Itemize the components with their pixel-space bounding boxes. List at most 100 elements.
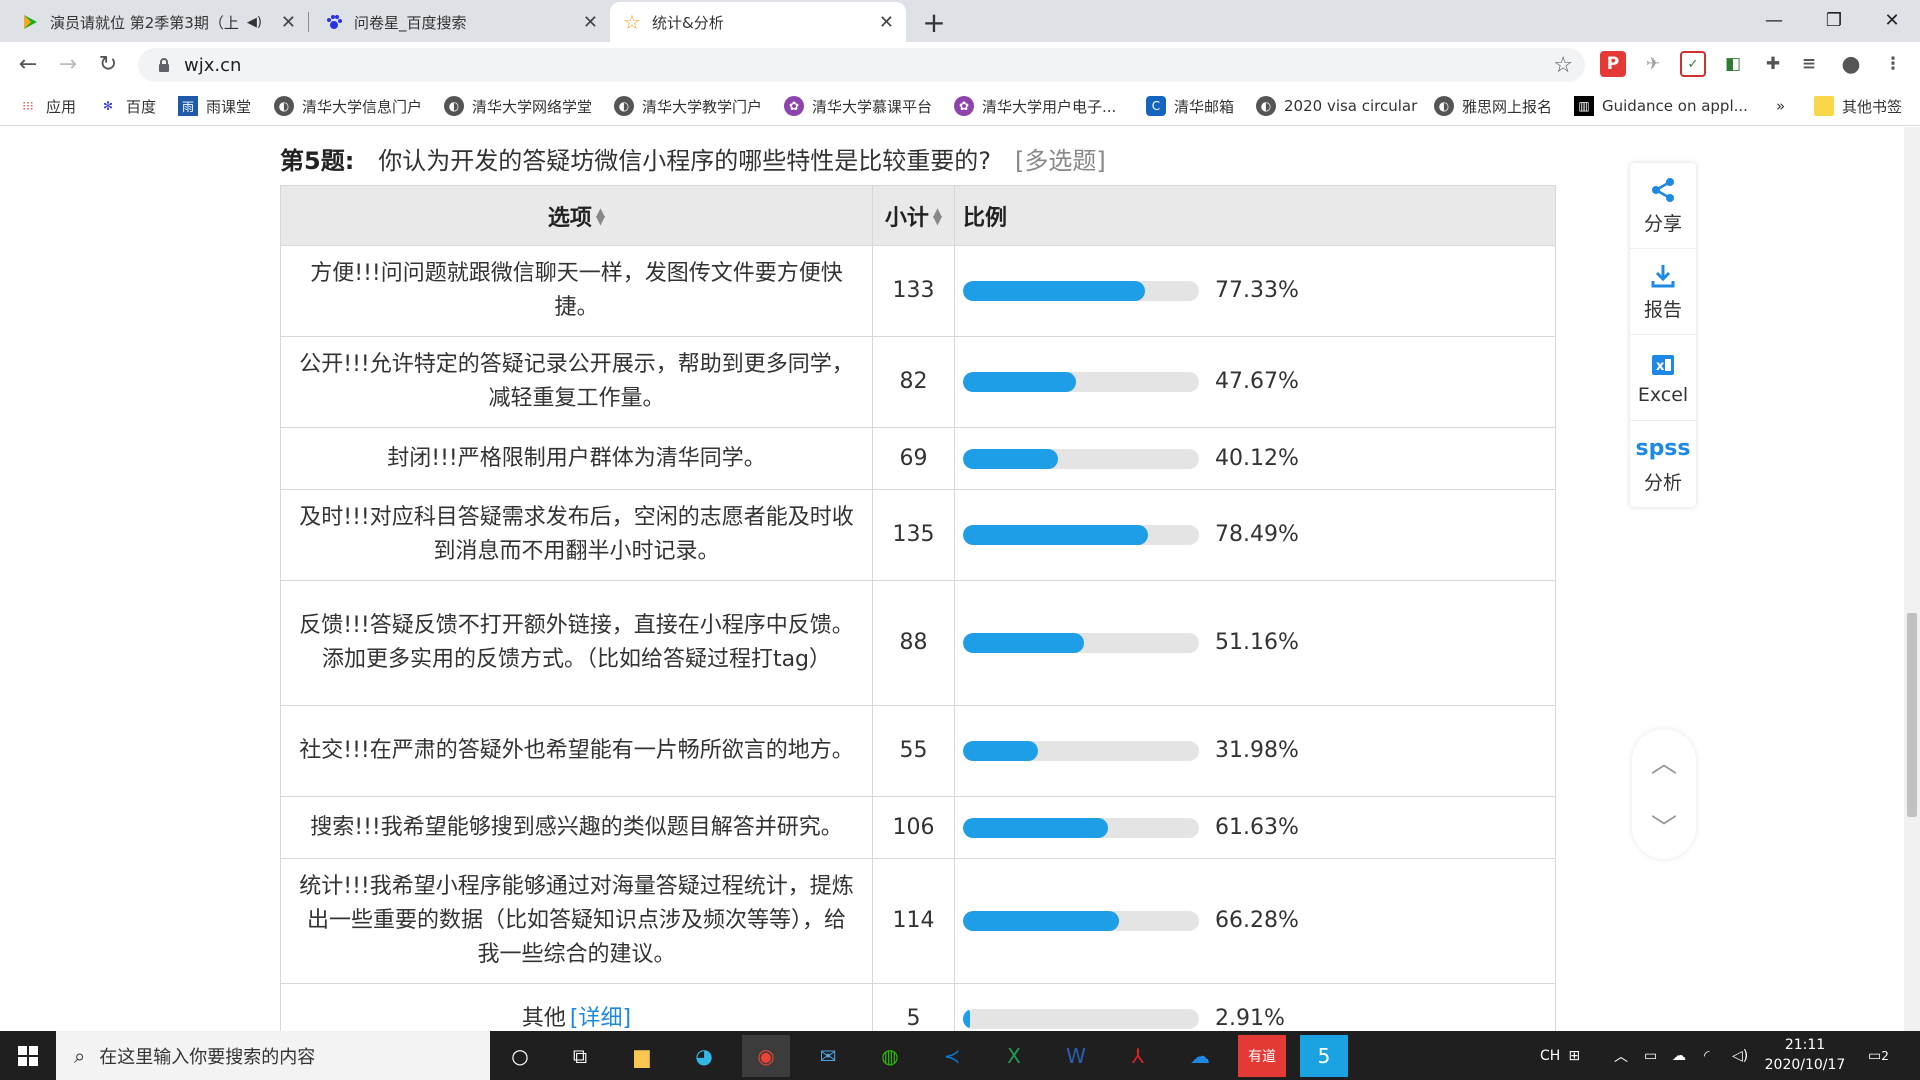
extension-bird-icon[interactable]: ✈ bbox=[1640, 51, 1666, 77]
close-window-button[interactable]: ✕ bbox=[1862, 0, 1920, 40]
detail-link[interactable]: [详细] bbox=[570, 1002, 631, 1032]
minimize-button[interactable]: — bbox=[1744, 0, 1804, 40]
bookmark-label: 其他书签 bbox=[1842, 97, 1903, 116]
bookmark-teaching[interactable]: ◐ 清华大学教学门户 bbox=[614, 94, 762, 118]
percent-text: 77.33% bbox=[1215, 278, 1299, 303]
task-view-icon[interactable]: ⧉ bbox=[556, 1035, 604, 1077]
building-icon: ▥ bbox=[1574, 96, 1594, 116]
bookmark-baidu[interactable]: ✻ 百度 bbox=[98, 94, 156, 118]
battery-icon[interactable]: ▭ bbox=[1644, 1031, 1657, 1080]
bookmark-yuketang[interactable]: 雨雨课堂 bbox=[178, 94, 251, 118]
progress-fill bbox=[963, 1008, 970, 1029]
back-button[interactable]: ← bbox=[12, 48, 44, 80]
acrobat-icon[interactable]: ⅄ bbox=[1114, 1035, 1162, 1077]
bookmark-learn[interactable]: ◐ 清华大学网络学堂 bbox=[444, 94, 592, 118]
html5-app-icon[interactable]: 5 bbox=[1300, 1035, 1348, 1077]
close-icon[interactable]: ✕ bbox=[879, 12, 894, 33]
option-cell: 封闭!!!严格限制用户群体为清华同学。 bbox=[281, 428, 873, 489]
taskbar-search[interactable]: ⌕ 在这里输入你要搜索的内容 bbox=[56, 1031, 490, 1080]
reading-list-icon[interactable]: ≡ bbox=[1796, 51, 1822, 77]
tab-baidu[interactable]: 问卷星_百度搜索 ✕ bbox=[312, 2, 610, 42]
extensions-puzzle-icon[interactable]: ✚ bbox=[1760, 51, 1786, 77]
speaker-icon[interactable]: ◀) bbox=[247, 15, 262, 30]
extension-green-icon[interactable]: ◧ bbox=[1720, 51, 1746, 77]
profile-icon[interactable]: ● bbox=[1838, 51, 1864, 77]
sort-icon[interactable]: ▲ ▼ bbox=[933, 206, 942, 226]
share-button[interactable]: 分享 bbox=[1630, 163, 1696, 249]
progress-fill bbox=[963, 281, 1146, 301]
spss-button[interactable]: spss 分析 bbox=[1630, 421, 1696, 507]
globe-icon: ◐ bbox=[1434, 96, 1454, 116]
sort-icon[interactable]: ▲ ▼ bbox=[596, 206, 605, 226]
bookmark-label: 雅思网上报名 bbox=[1462, 97, 1553, 116]
tab-stats[interactable]: ☆ 统计&分析 ✕ bbox=[610, 2, 906, 42]
restore-button[interactable]: ❐ bbox=[1804, 0, 1864, 40]
vscode-icon[interactable]: ≺ bbox=[928, 1035, 976, 1077]
option-cell: 方便!!!问问题就跟微信聊天一样，发图传文件要方便快捷。 bbox=[281, 246, 873, 336]
tab-video[interactable]: 演员请就位 第2季第3期（上 ◀) ✕ bbox=[8, 2, 308, 42]
mail-icon[interactable]: ✉ bbox=[804, 1035, 852, 1077]
close-icon[interactable]: ✕ bbox=[281, 12, 296, 33]
wifi-icon[interactable]: ◜ bbox=[1704, 1031, 1709, 1080]
file-explorer-icon[interactable]: ▆ bbox=[618, 1035, 666, 1077]
reload-button[interactable]: ↻ bbox=[92, 48, 124, 80]
bookmark-visa[interactable]: ◐ 2020 visa circular bbox=[1256, 94, 1417, 118]
count-cell: 106 bbox=[873, 797, 955, 858]
bookmark-ielts[interactable]: ◐ 雅思网上报名 bbox=[1434, 94, 1552, 118]
cortana-icon[interactable]: ○ bbox=[496, 1035, 544, 1077]
forward-button[interactable]: → bbox=[52, 48, 84, 80]
excel-app-icon[interactable]: X bbox=[990, 1035, 1038, 1077]
bookmark-guidance[interactable]: ▥ Guidance on appl... bbox=[1574, 94, 1748, 118]
close-icon[interactable]: ✕ bbox=[583, 12, 598, 33]
extension-shield-icon[interactable]: ✓ bbox=[1680, 51, 1706, 77]
bookmark-label: 清华邮箱 bbox=[1174, 97, 1235, 116]
url-text[interactable]: wjx.cn bbox=[184, 55, 241, 76]
search-icon: ⌕ bbox=[74, 1043, 86, 1068]
extension-red-icon[interactable]: P bbox=[1600, 51, 1626, 77]
bookmark-star-icon[interactable]: ☆ bbox=[1553, 53, 1573, 78]
tsinghua-seal-icon: ✿ bbox=[784, 96, 804, 116]
menu-dots-icon[interactable]: ⋮ bbox=[1880, 51, 1906, 77]
download-icon bbox=[1650, 261, 1676, 291]
notification-button[interactable]: ▭ 2 bbox=[1868, 1031, 1889, 1080]
onedrive-icon[interactable]: ☁ bbox=[1672, 1031, 1686, 1080]
address-bar[interactable]: wjx.cn ☆ bbox=[138, 48, 1585, 82]
windows-start-button[interactable] bbox=[0, 1031, 56, 1080]
bookmark-other[interactable]: 其他书签 bbox=[1814, 94, 1902, 118]
table-row: 及时!!!对应科目答疑需求发布后，空闲的志愿者能及时收到消息而不用翻半小时记录。… bbox=[281, 490, 1555, 581]
header-option[interactable]: 选项 ▲ ▼ bbox=[281, 186, 873, 245]
scroll-up-chevron-icon[interactable]: ︿ bbox=[1651, 743, 1677, 780]
table-row: 方便!!!问问题就跟微信聊天一样，发图传文件要方便快捷。 133 77.33% bbox=[281, 246, 1555, 337]
ratio-cell: 78.49% bbox=[955, 490, 1555, 580]
excel-button[interactable]: x Excel bbox=[1630, 335, 1696, 421]
wechat-icon[interactable]: ◍ bbox=[866, 1035, 914, 1077]
lock-icon[interactable] bbox=[152, 58, 176, 72]
percent-text: 66.28% bbox=[1215, 908, 1299, 933]
clock[interactable]: 21:11 2020/10/17 bbox=[1760, 1035, 1850, 1075]
tray-chevron-icon[interactable]: ︿ bbox=[1614, 1031, 1628, 1080]
bookmark-info-portal[interactable]: ◐ 清华大学信息门户 bbox=[274, 94, 422, 118]
page-content: 第5题: 你认为开发的答疑坊微信小程序的哪些特性是比较重要的? [多选题] 选项 ▲ ▼… bbox=[0, 127, 1904, 1031]
bookmark-user-e[interactable]: ✿ 清华大学用户电子... bbox=[954, 94, 1116, 118]
scrollbar-thumb[interactable] bbox=[1907, 613, 1917, 817]
chrome-icon[interactable]: ◉ bbox=[742, 1035, 790, 1077]
header-count[interactable]: 小计 ▲ ▼ bbox=[873, 186, 955, 245]
mail-c-icon: C bbox=[1146, 96, 1166, 116]
bookmarks-overflow-button[interactable]: » bbox=[1776, 94, 1785, 118]
analyze-label: 分析 bbox=[1643, 471, 1682, 494]
edge-icon[interactable]: ◕ bbox=[680, 1035, 728, 1077]
scroll-down-chevron-icon[interactable]: ﹀ bbox=[1651, 808, 1677, 845]
bookmark-apps[interactable]: ⁝⁝⁝ 应用 bbox=[18, 94, 76, 118]
cloud-app-icon[interactable]: ☁ bbox=[1176, 1035, 1224, 1077]
bookmark-mooc[interactable]: ✿ 清华大学慕课平台 bbox=[784, 94, 932, 118]
vertical-scrollbar[interactable] bbox=[1904, 127, 1920, 1031]
progress-fill bbox=[963, 817, 1109, 838]
new-tab-button[interactable]: + bbox=[914, 4, 954, 40]
report-button[interactable]: 报告 bbox=[1630, 249, 1696, 335]
volume-icon[interactable]: ◁) bbox=[1732, 1031, 1748, 1080]
youdao-icon[interactable]: 有道 bbox=[1238, 1035, 1286, 1077]
word-app-icon[interactable]: W bbox=[1052, 1035, 1100, 1077]
ime-indicator[interactable]: CH ⊞ bbox=[1540, 1031, 1580, 1080]
progress-fill bbox=[963, 633, 1084, 653]
bookmark-mail[interactable]: C 清华邮箱 bbox=[1146, 94, 1234, 118]
